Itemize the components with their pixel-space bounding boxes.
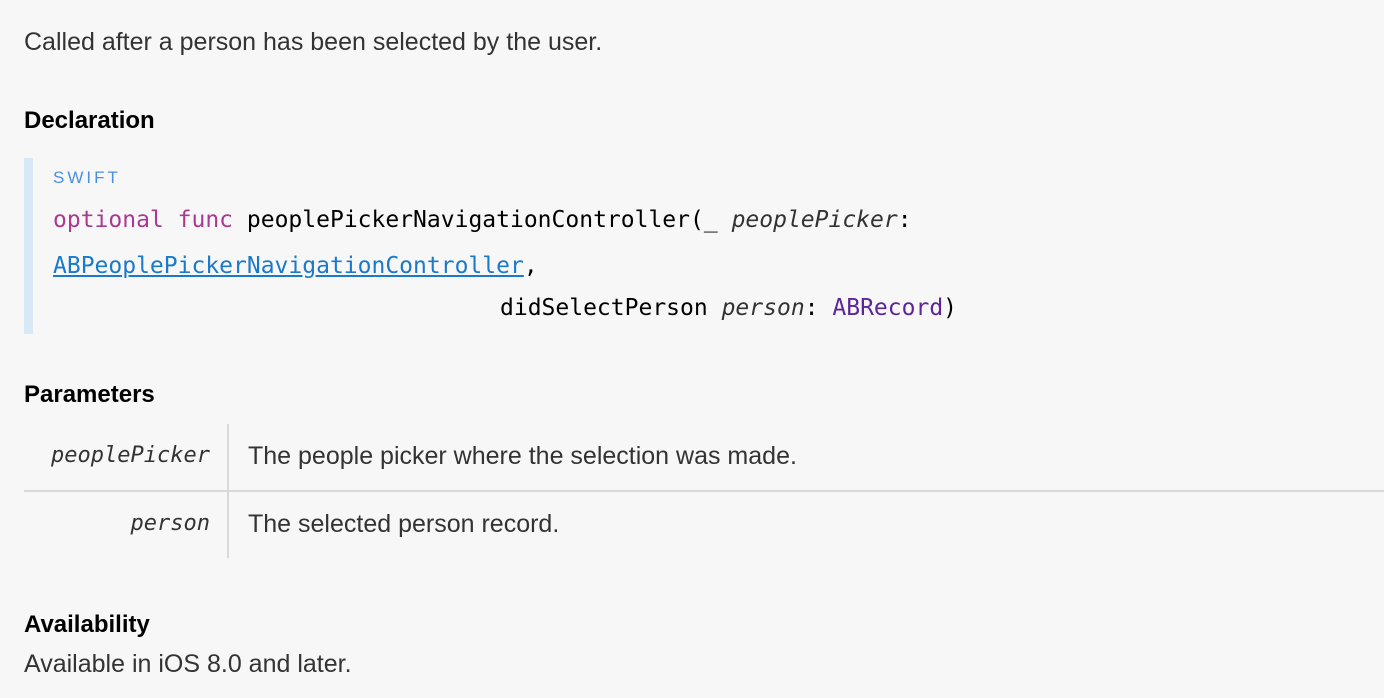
code-declaration-block: SWIFT optional func peoplePickerNavigati… — [24, 158, 1354, 334]
comma: , — [523, 253, 538, 279]
type-link-abpeoplepicker[interactable]: ABPeoplePickerNavigationController — [53, 253, 524, 279]
keyword-optional: optional — [53, 207, 164, 233]
type-abrecord: ABRecord — [832, 295, 944, 321]
keyword-func: func — [177, 207, 234, 233]
method-abstract: Called after a person has been selected … — [24, 28, 603, 56]
availability-text: Available in iOS 8.0 and later. — [24, 650, 352, 678]
underscore: _ — [703, 207, 732, 233]
table-row: peoplePicker The people picker where the… — [24, 424, 1384, 492]
param-name-person: person — [721, 295, 805, 321]
method-name: peoplePickerNavigationController( — [246, 207, 704, 233]
code-line-3: didSelectPerson person: ABRecord) — [500, 292, 957, 324]
param-name-cell: person — [130, 511, 210, 536]
param-name-cell: peoplePicker — [51, 443, 210, 468]
colon: : — [804, 295, 819, 321]
label-didselectperson: didSelectPerson — [500, 295, 708, 321]
declaration-heading: Declaration — [24, 107, 155, 134]
language-label: SWIFT — [53, 168, 121, 187]
code-line-1: optional func peoplePickerNavigationCont… — [53, 204, 912, 236]
code-line-2: ABPeoplePickerNavigationController, — [53, 250, 538, 282]
parameters-heading: Parameters — [24, 381, 155, 408]
param-name-peoplepicker: peoplePicker — [731, 207, 898, 233]
column-divider — [227, 424, 229, 490]
availability-heading: Availability — [24, 611, 150, 638]
column-divider — [227, 492, 229, 558]
param-description-cell: The selected person record. — [248, 510, 560, 538]
close-paren: ) — [943, 295, 958, 321]
colon: : — [897, 207, 912, 233]
table-row: person The selected person record. — [24, 492, 1384, 558]
parameters-table: peoplePicker The people picker where the… — [24, 424, 1384, 558]
param-description-cell: The people picker where the selection wa… — [248, 442, 797, 470]
